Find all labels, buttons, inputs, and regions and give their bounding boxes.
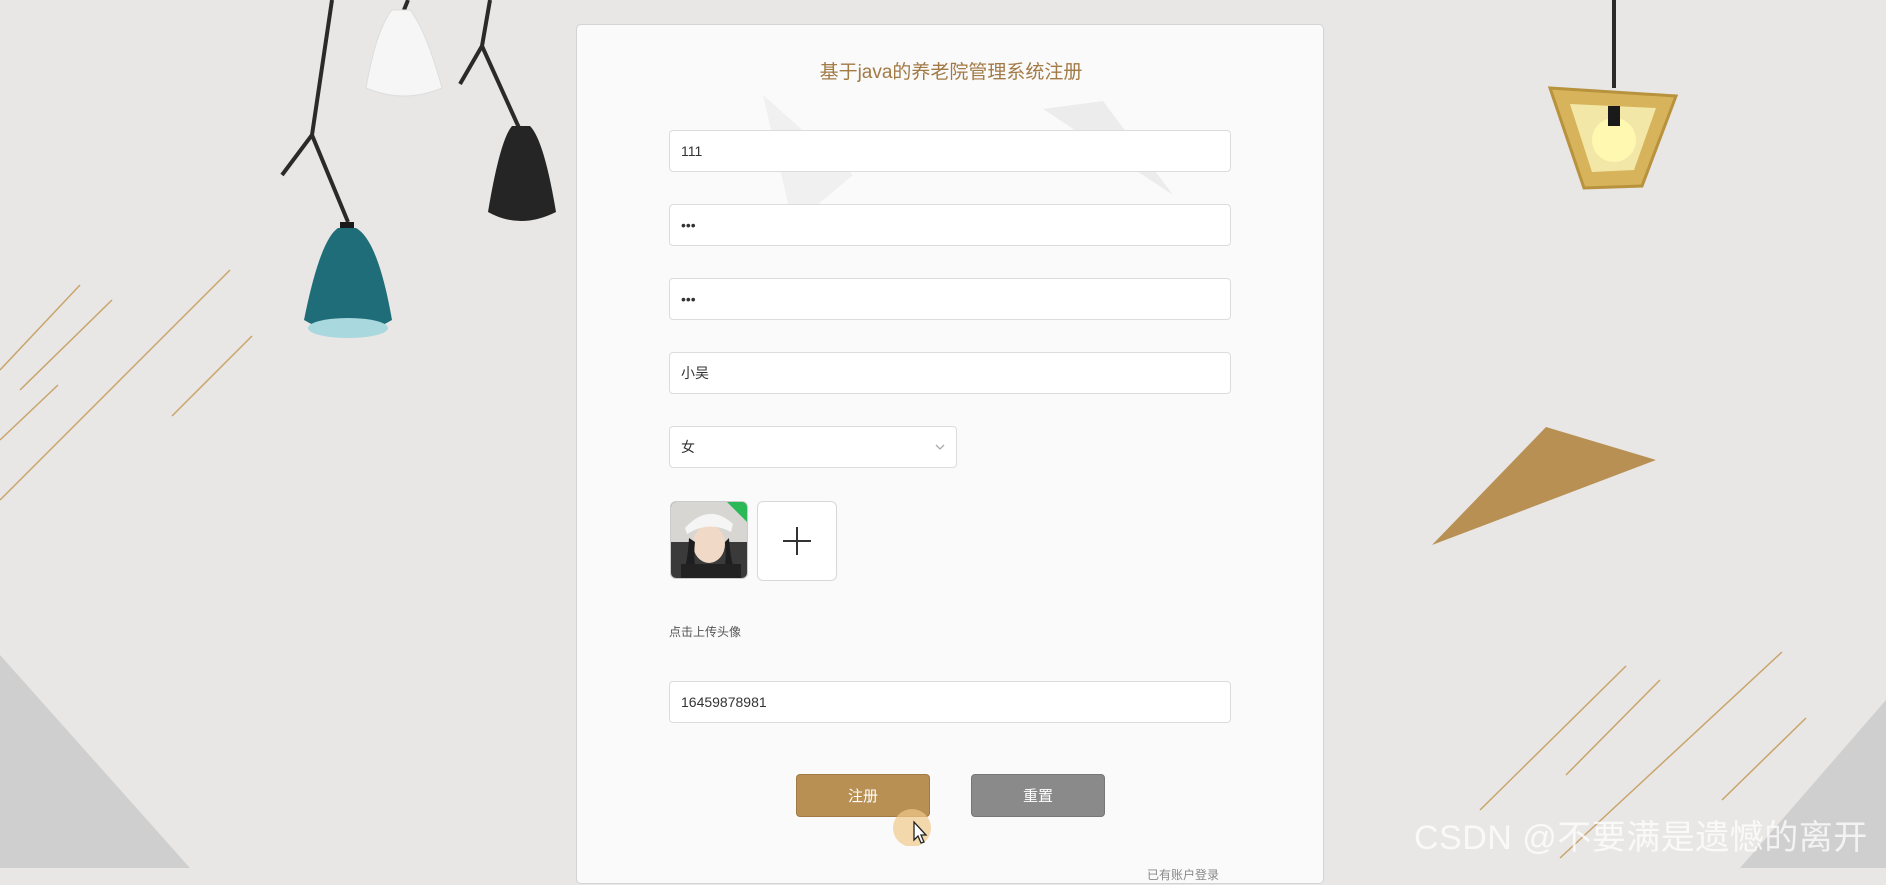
gender-select[interactable]: 女 bbox=[669, 426, 957, 468]
upload-avatar-label: 点击上传头像 bbox=[669, 625, 742, 639]
mouse-pointer-icon bbox=[893, 809, 931, 846]
reset-button[interactable]: 重置 bbox=[971, 774, 1105, 817]
plus-icon bbox=[783, 527, 811, 555]
avatar-image bbox=[671, 502, 747, 578]
gender-value: 女 bbox=[681, 439, 695, 455]
account-value: 111 bbox=[681, 143, 703, 159]
register-card: 基于java的养老院管理系统注册 111 ••• ••• 小吴 女 点击上传头像… bbox=[576, 24, 1324, 884]
password-input[interactable]: ••• bbox=[669, 204, 1231, 246]
phone-value: 16459878981 bbox=[681, 694, 767, 710]
chevron-down-icon bbox=[935, 444, 945, 450]
avatar-preview[interactable] bbox=[670, 501, 748, 579]
confirm-password-value: ••• bbox=[681, 291, 696, 307]
teal-lamp bbox=[304, 222, 392, 338]
login-link[interactable]: 已有账户登录 bbox=[1147, 866, 1219, 883]
name-input[interactable]: 小吴 bbox=[669, 352, 1231, 394]
upload-avatar-button[interactable] bbox=[757, 501, 837, 581]
account-input[interactable]: 111 bbox=[669, 130, 1231, 172]
password-value: ••• bbox=[681, 217, 696, 233]
phone-input[interactable]: 16459878981 bbox=[669, 681, 1231, 723]
page-title: 基于java的养老院管理系统注册 bbox=[819, 62, 1083, 83]
name-value: 小吴 bbox=[681, 365, 709, 381]
gold-lamp bbox=[1547, 86, 1679, 190]
watermark: CSDN @不要满是遗憾的离开 bbox=[1414, 819, 1868, 857]
confirm-password-input[interactable]: ••• bbox=[669, 278, 1231, 320]
